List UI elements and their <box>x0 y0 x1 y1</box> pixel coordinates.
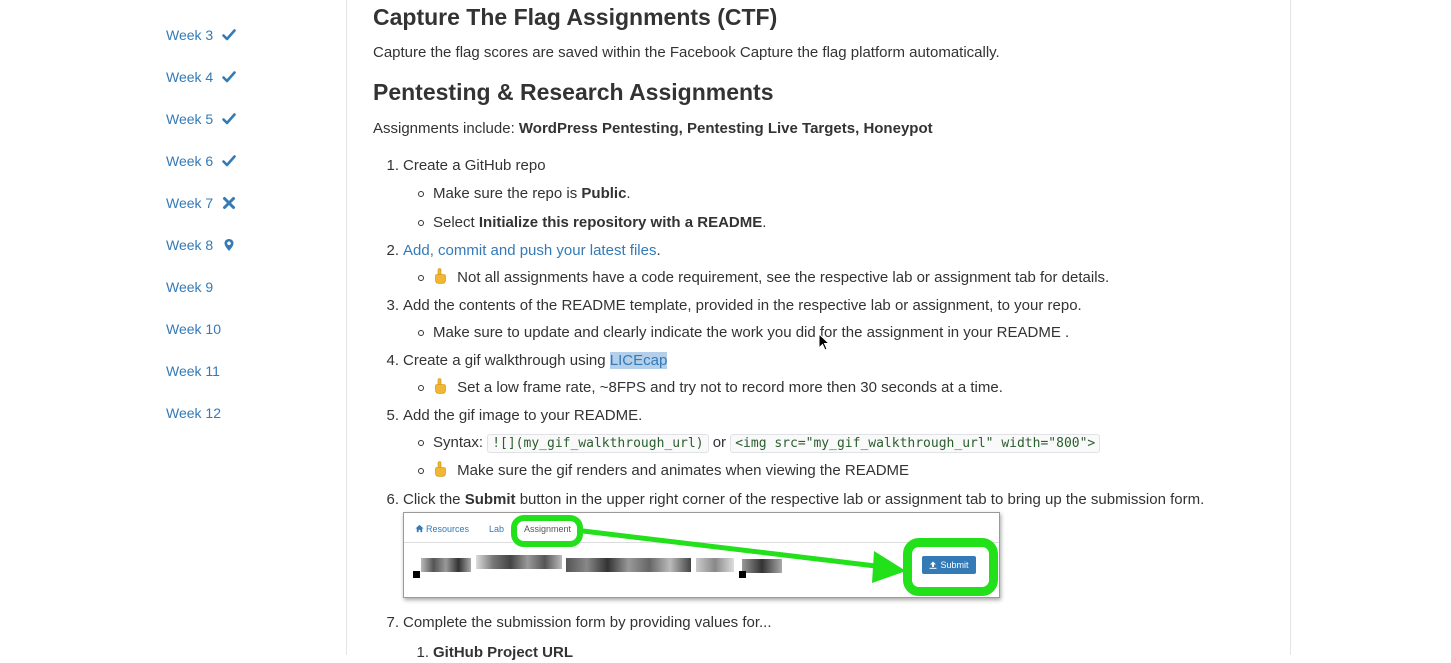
bullet <box>418 440 424 446</box>
sidebar-item-week-5[interactable]: Week 5 <box>166 109 237 129</box>
text: Syntax: <box>433 434 488 451</box>
create-github-repo-link[interactable]: Create a GitHub repo <box>403 156 546 176</box>
step-2: Add, commit and push your latest files. <box>403 241 661 261</box>
submit-bold: Submit <box>464 491 516 508</box>
sidebar-item-week-6[interactable]: Week 6 <box>166 151 237 171</box>
pentest-heading: Pentesting & Research Assignments <box>373 79 774 105</box>
check-icon <box>222 29 237 41</box>
step-number: 3. <box>386 297 399 314</box>
check-icon <box>222 71 237 83</box>
sidebar-item-label: Week 4 <box>166 69 214 85</box>
sidebar-item-week-10[interactable]: Week 10 <box>166 319 221 339</box>
text: Set a low frame rate, ~8FPS and try not … <box>457 379 1003 396</box>
step-number: 5. <box>386 407 399 424</box>
text: button in the upper right corner of the … <box>515 491 1205 508</box>
text: Create a gif walkthrough using <box>403 352 610 369</box>
mouse-cursor-icon <box>818 333 830 351</box>
add-commit-push-link[interactable]: Add, commit and push your latest files <box>403 242 656 259</box>
step-7: Complete the submission form by providin… <box>403 614 772 631</box>
step-number: 4. <box>386 352 399 369</box>
sidebar-item-label: Week 3 <box>166 27 214 43</box>
submit-instructions-screenshot: Resources Lab Assignment Submit <box>403 512 1000 598</box>
text: Make sure the gif renders and animates w… <box>457 462 910 479</box>
pointing-hand-icon <box>435 461 446 477</box>
ctf-description: Capture the flag scores are saved within… <box>373 44 1000 61</box>
text: Make sure the repo is <box>433 185 582 202</box>
step-3: Add the contents of the README template,… <box>403 297 1082 314</box>
step-4-bullet-1: Set a low frame rate, ~8FPS and try not … <box>433 378 1003 398</box>
check-icon <box>222 155 237 167</box>
sidebar: Week 3 Week 4 Week 5 Week 6 Week 7 Week … <box>0 0 346 655</box>
map-marker-icon <box>224 239 234 251</box>
assignments-include: Assignments include: WordPress Pentestin… <box>373 119 933 139</box>
ctf-heading: Capture The Flag Assignments (CTF) <box>373 4 778 30</box>
sidebar-item-label: Week 12 <box>166 405 221 421</box>
step-number: 1. <box>386 157 399 174</box>
sidebar-item-label: Week 9 <box>166 279 214 295</box>
sidebar-item-label: Week 5 <box>166 111 214 127</box>
step-5-bullet-2: Make sure the gif renders and animates w… <box>433 461 909 481</box>
text: Not all assignments have a code requirem… <box>457 269 1110 286</box>
sub-step-number: 1. <box>416 644 429 661</box>
bullet <box>418 385 424 391</box>
check-icon <box>222 113 237 125</box>
sidebar-item-week-9[interactable]: Week 9 <box>166 277 213 297</box>
assignments-include-label: Assignments include: <box>373 120 519 137</box>
text: . <box>626 185 631 202</box>
github-project-url-item: GitHub Project URL <box>433 644 574 661</box>
text: . <box>656 242 661 259</box>
sidebar-item-week-7[interactable]: Week 7 <box>166 193 236 213</box>
step-1-bullet-2: Select Initialize this repository with a… <box>433 213 766 233</box>
green-arrow-icon <box>580 528 906 583</box>
sidebar-item-label: Week 11 <box>166 363 220 379</box>
public-bold: Public <box>581 185 627 202</box>
sidebar-item-label: Week 7 <box>166 195 214 211</box>
step-5: Add the gif image to your README. <box>403 407 643 424</box>
text: or <box>708 434 731 451</box>
licecap-link[interactable]: LICEcap <box>609 352 668 369</box>
step-4: Create a gif walkthrough using LICEcap <box>403 351 668 371</box>
step-6: Click the Submit button in the upper rig… <box>403 490 1204 510</box>
step-number: 6. <box>386 491 399 508</box>
sidebar-item-week-3[interactable]: Week 3 <box>166 25 237 45</box>
step-number: 2. <box>386 242 399 259</box>
bullet <box>418 191 424 197</box>
main-content: Capture The Flag Assignments (CTF) Captu… <box>346 0 1291 661</box>
bullet <box>418 275 424 281</box>
sidebar-item-label: Week 10 <box>166 321 221 337</box>
text: . <box>762 214 767 231</box>
initialize-readme-bold: Initialize this repository with a README <box>478 214 763 231</box>
text: Select <box>433 214 479 231</box>
sidebar-item-week-11[interactable]: Week 11 <box>166 361 220 381</box>
pointing-hand-icon <box>435 378 446 394</box>
sidebar-item-label: Week 8 <box>166 237 214 253</box>
bullet <box>418 220 424 226</box>
sidebar-item-week-12[interactable]: Week 12 <box>166 403 221 423</box>
step-2-bullet-1: Not all assignments have a code requirem… <box>433 268 1109 288</box>
x-icon <box>223 197 236 209</box>
text: Click the <box>403 491 465 508</box>
sidebar-item-label: Week 6 <box>166 153 214 169</box>
bullet <box>418 468 424 474</box>
step-3-bullet-1: Make sure to update and clearly indicate… <box>433 324 1070 341</box>
sidebar-item-week-4[interactable]: Week 4 <box>166 67 237 87</box>
step-1-bullet-1: Make sure the repo is Public. <box>433 184 631 204</box>
step-5-bullet-1: Syntax: ![](my_gif_walkthrough_url) or <… <box>433 433 1101 454</box>
markdown-syntax-code: ![](my_gif_walkthrough_url) <box>487 434 709 453</box>
step-number: 7. <box>386 614 399 631</box>
bullet <box>418 330 424 336</box>
pointing-hand-icon <box>435 268 446 284</box>
img-tag-syntax-code: <img src="my_gif_walkthrough_url" width=… <box>730 434 1101 453</box>
sidebar-item-week-8[interactable]: Week 8 <box>166 235 236 255</box>
assignments-include-list: WordPress Pentesting, Pentesting Live Ta… <box>518 120 933 137</box>
